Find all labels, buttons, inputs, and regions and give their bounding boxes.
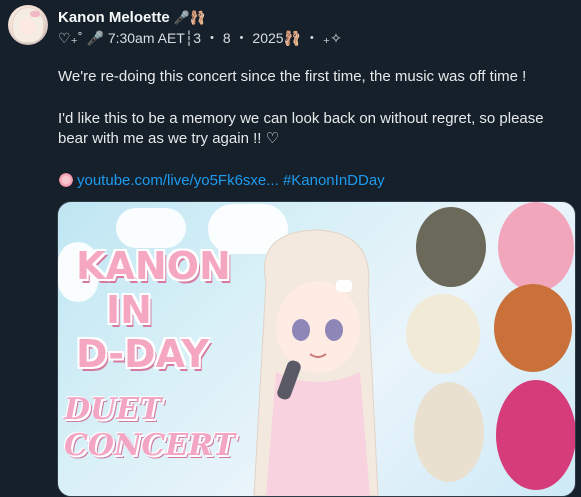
character-portrait <box>498 202 574 292</box>
poster-title-line-3: D-DAY <box>76 332 209 376</box>
poster-title: KANON IN D-DAY <box>76 244 246 376</box>
poster-subtitle-line-1: DUET <box>64 392 162 427</box>
youtube-link[interactable]: youtube.com/live/yo5Fk6sxe... <box>77 172 279 189</box>
main-character-illustration <box>253 229 379 496</box>
hashtag-link[interactable]: #KanonInDDay <box>283 172 385 189</box>
author-name-row: Kanon Meloette 🎤🩰 <box>58 6 206 28</box>
post-paragraph-1: We're re-doing this concert since the fi… <box>58 68 527 85</box>
cloud-shape <box>116 208 186 248</box>
avatar-face <box>20 19 36 35</box>
post-links-line: youtube.com/live/yo5Fk6sxe... #KanonInDD… <box>58 171 568 191</box>
media-image[interactable]: KANON IN D-DAY DUET CONCERT <box>57 201 576 497</box>
character-portrait <box>416 207 486 287</box>
character-portrait <box>406 294 480 374</box>
poster-subtitle-line-2: CONCERT <box>64 428 235 463</box>
post-paragraph-2: I'd like this to be a memory we can look… <box>58 110 544 147</box>
author-meta: ♡₊˚ 🎤 7:30am AET┆3 ・ 8 ・ 2025🩰 ・ ₊✧ <box>58 30 342 46</box>
character-portrait <box>494 284 572 372</box>
avatar[interactable] <box>8 5 48 45</box>
character-portrait <box>414 382 484 482</box>
cherry-blossom-icon <box>58 172 74 188</box>
character-portrait <box>496 380 575 490</box>
poster-subtitle: DUET CONCERT <box>64 392 235 464</box>
name-emojis: 🎤🩰 <box>173 9 207 25</box>
tweet[interactable]: Kanon Meloette 🎤🩰 ♡₊˚ 🎤 7:30am AET┆3 ・ 8… <box>0 0 581 497</box>
poster-title-line-2: IN <box>106 288 152 332</box>
poster-title-line-1: KANON <box>76 244 231 288</box>
display-name[interactable]: Kanon Meloette <box>58 9 170 26</box>
avatar-bow <box>30 11 40 17</box>
